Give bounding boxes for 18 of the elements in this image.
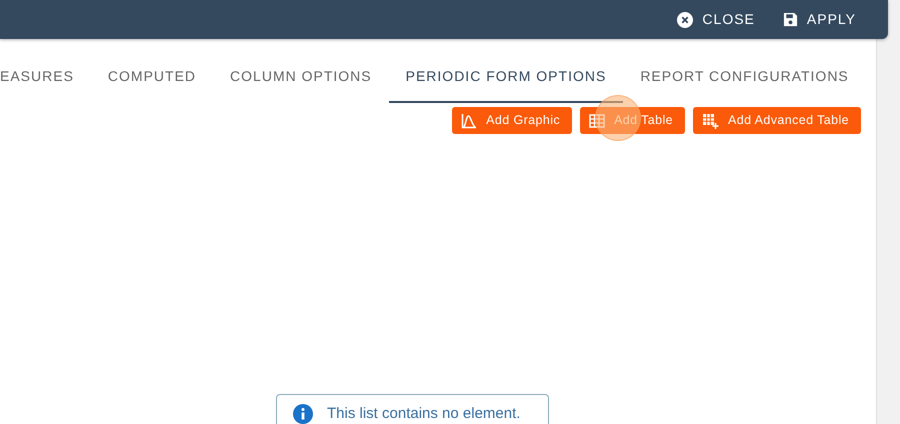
apply-button[interactable]: APPLY xyxy=(782,9,856,30)
close-button[interactable]: CLOSE xyxy=(677,9,755,30)
add-table-button[interactable]: Add Table xyxy=(580,107,686,134)
table-plus-icon xyxy=(702,112,720,128)
tab[interactable]: REPORT CONFIGURATIONS xyxy=(623,59,866,103)
save-icon xyxy=(782,12,798,27)
tab[interactable]: COMPUTED xyxy=(90,59,214,103)
tab[interactable]: COLUMN OPTIONS xyxy=(213,59,389,103)
add-advanced-table-button[interactable]: Add Advanced Table xyxy=(693,107,861,134)
tab[interactable]: EASURES xyxy=(0,59,91,103)
tab[interactable]: PERIODIC FORM OPTIONS xyxy=(388,59,624,103)
chart-icon xyxy=(461,112,478,128)
table-icon xyxy=(589,112,606,128)
add-graphic-button[interactable]: Add Graphic xyxy=(452,107,572,134)
close-icon xyxy=(677,12,694,28)
info-icon xyxy=(293,404,313,424)
empty-list-message: This list contains no element. xyxy=(327,404,520,424)
click-highlight xyxy=(595,95,641,141)
